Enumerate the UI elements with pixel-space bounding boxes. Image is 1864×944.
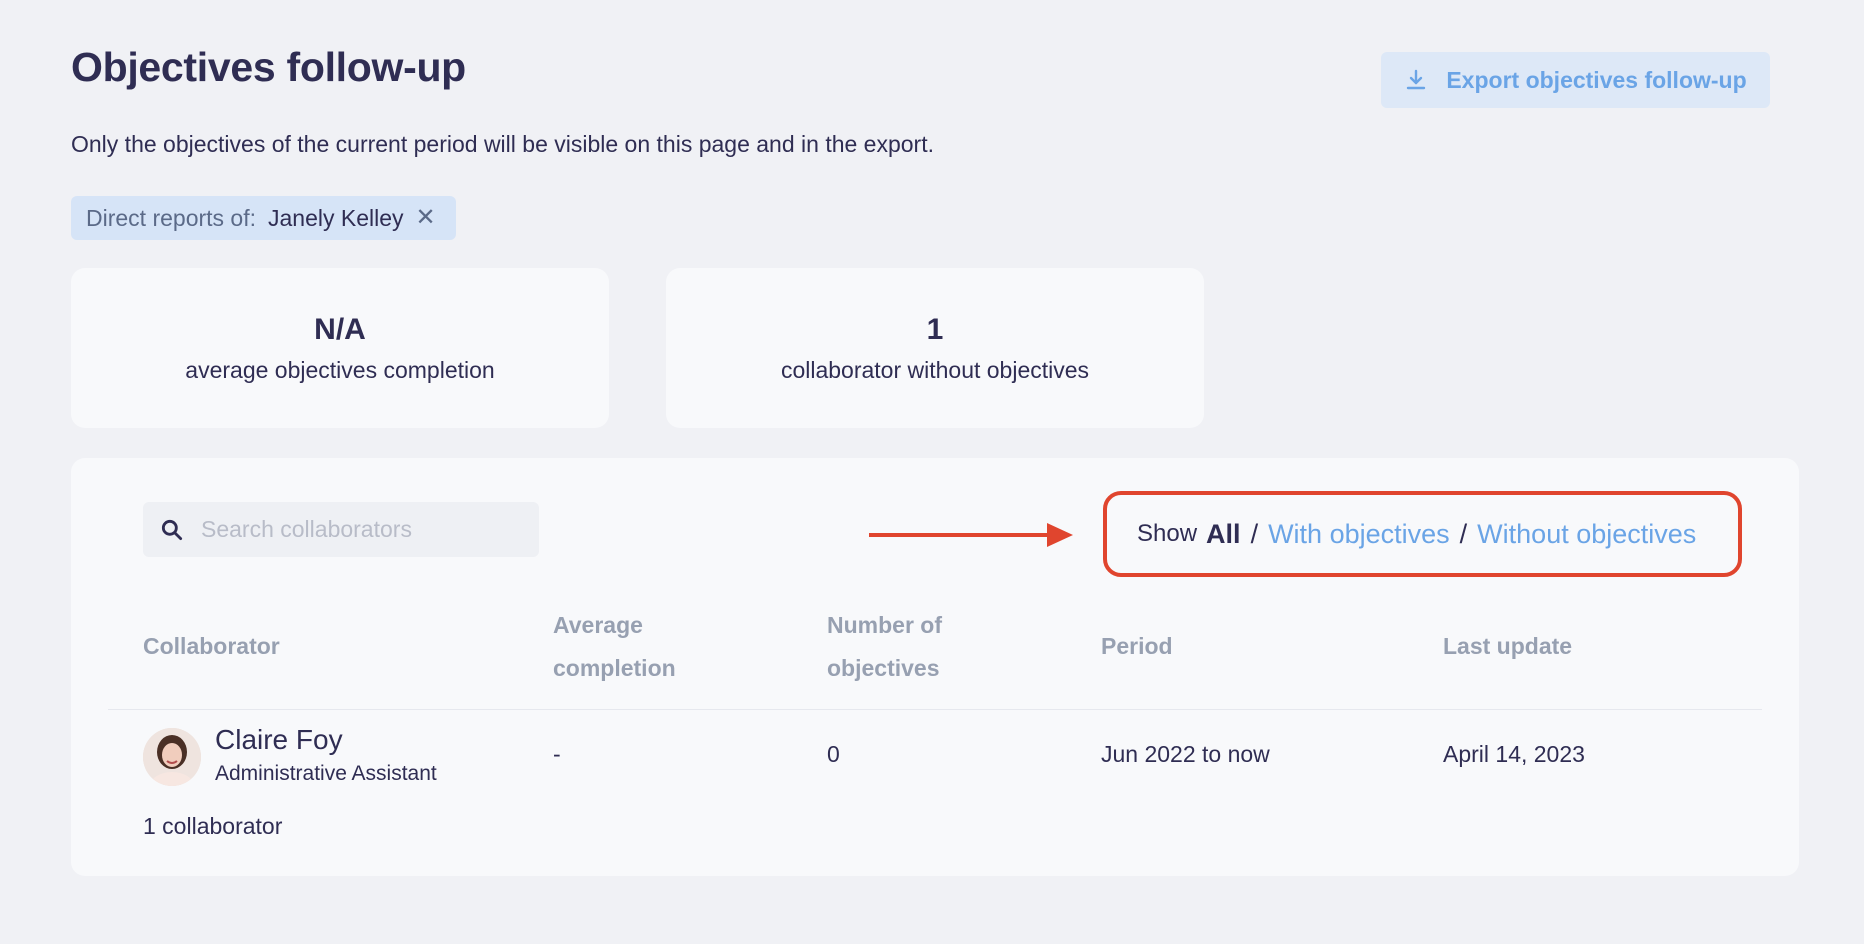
stat-card-average-completion: N/A average objectives completion	[71, 268, 609, 428]
cell-average-completion: -	[553, 741, 561, 767]
column-header-line: completion	[553, 655, 676, 681]
show-all-option[interactable]: All	[1206, 519, 1241, 550]
search-icon	[161, 519, 183, 540]
cell-period: Jun 2022 to now	[1101, 741, 1270, 767]
stat-label: average objectives completion	[185, 356, 495, 383]
show-without-objectives-option[interactable]: Without objectives	[1477, 519, 1696, 550]
column-header-line: Average	[553, 612, 643, 638]
show-filter-toggle: Show All / With objectives / Without obj…	[1103, 491, 1742, 577]
show-with-objectives-option[interactable]: With objectives	[1268, 519, 1450, 550]
export-objectives-button[interactable]: Export objectives follow-up	[1381, 52, 1770, 108]
column-header-period[interactable]: Period	[1101, 625, 1173, 668]
column-header-line: objectives	[827, 655, 940, 681]
collaborator-name[interactable]: Claire Foy	[215, 724, 343, 756]
show-label: Show	[1137, 520, 1198, 547]
show-separator: /	[1250, 518, 1259, 549]
cell-number-of-objectives: 0	[827, 741, 840, 767]
filter-chip-direct-reports: Direct reports of: Janely Kelley ✕	[71, 196, 456, 240]
search-input[interactable]	[201, 516, 521, 543]
header-divider	[108, 709, 1762, 710]
column-header-line: Number of	[827, 612, 942, 638]
avatar[interactable]	[143, 728, 201, 786]
show-separator: /	[1459, 518, 1468, 549]
column-header-number-of-objectives[interactable]: Number of objectives	[827, 604, 942, 690]
export-button-label: Export objectives follow-up	[1446, 66, 1747, 93]
download-icon	[1407, 69, 1426, 90]
collaborator-count: 1 collaborator	[143, 813, 283, 839]
column-header-last-update[interactable]: Last update	[1443, 625, 1572, 668]
search-box[interactable]	[143, 502, 539, 557]
filter-chip-prefix: Direct reports of:	[86, 204, 256, 231]
filter-chip-value: Janely Kelley	[268, 204, 404, 231]
column-header-average-completion[interactable]: Average completion	[553, 604, 676, 690]
close-icon[interactable]: ✕	[416, 206, 436, 230]
collaborator-role: Administrative Assistant	[215, 762, 437, 785]
page-subtitle: Only the objectives of the current perio…	[71, 131, 934, 157]
cell-last-update: April 14, 2023	[1443, 741, 1585, 767]
stat-card-without-objectives: 1 collaborator without objectives	[666, 268, 1204, 428]
page-title: Objectives follow-up	[71, 44, 466, 90]
collaborators-panel: Show All / With objectives / Without obj…	[71, 458, 1799, 876]
stat-label: collaborator without objectives	[780, 356, 1090, 383]
column-header-collaborator[interactable]: Collaborator	[143, 625, 280, 668]
annotation-arrow-icon	[869, 523, 1073, 547]
stat-value: 1	[926, 312, 944, 346]
stat-value: N/A	[314, 312, 366, 346]
